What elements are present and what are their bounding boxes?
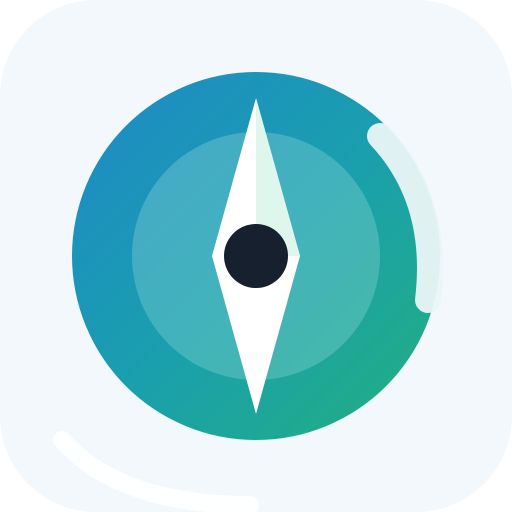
compass-pivot [224,224,288,288]
app-icon-canvas [0,0,512,512]
compass-app-icon[interactable] [0,0,512,512]
